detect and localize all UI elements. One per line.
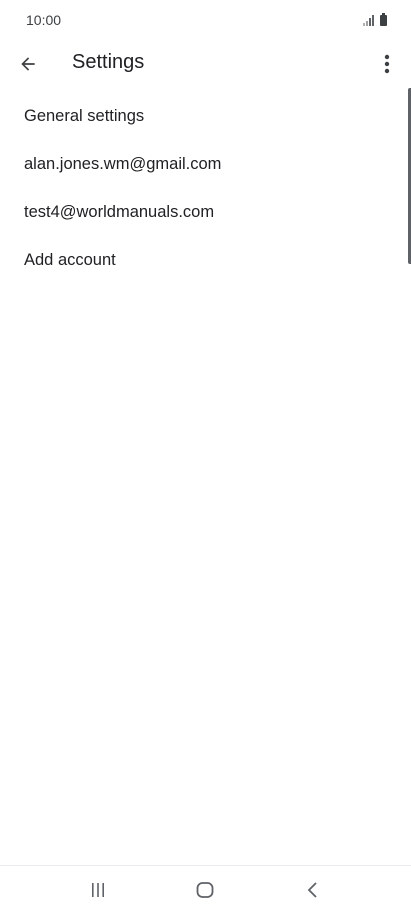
settings-list: General settings alan.jones.wm@gmail.com… (0, 92, 411, 284)
page-title: Settings (72, 51, 145, 73)
signal-icon (363, 15, 374, 26)
list-item-label: General settings (24, 106, 145, 125)
arrow-back-icon (21, 57, 35, 71)
back-icon (307, 882, 317, 898)
recents-icon (92, 883, 104, 897)
battery-icon (380, 13, 387, 26)
nav-back-button[interactable] (283, 866, 343, 914)
status-time: 10:00 (26, 12, 62, 28)
list-item-add-account[interactable]: Add account (0, 236, 411, 284)
app-bar: Settings (0, 40, 411, 88)
list-item-label: Add account (24, 250, 116, 269)
home-icon (196, 882, 214, 898)
list-item-account-alan[interactable]: alan.jones.wm@gmail.com (0, 140, 411, 188)
recents-button[interactable] (68, 866, 128, 914)
more-vert-icon (384, 54, 390, 74)
status-icons (363, 12, 387, 26)
list-item-label: alan.jones.wm@gmail.com (24, 154, 222, 173)
list-item-label: test4@worldmanuals.com (24, 202, 215, 221)
home-button[interactable] (175, 866, 235, 914)
list-item-general-settings[interactable]: General settings (0, 92, 411, 140)
more-options-button[interactable] (373, 48, 401, 80)
list-item-account-test4[interactable]: test4@worldmanuals.com (0, 188, 411, 236)
navigation-bar (0, 865, 411, 914)
back-button[interactable] (12, 48, 44, 80)
status-bar: 10:00 (0, 0, 411, 40)
